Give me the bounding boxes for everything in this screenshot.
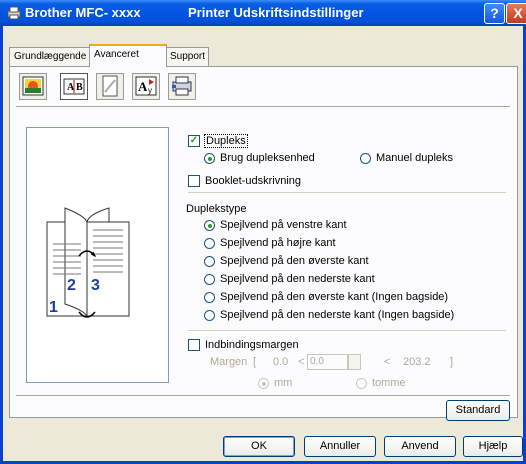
use-duplex-unit-label: Brug dupleksenhed	[220, 152, 315, 164]
unit-inch-radio[interactable]: tomme	[356, 377, 406, 389]
booklet-preview-icon: 1 2 3	[46, 207, 130, 318]
duplex-type-label-bottom-noback: Spejlvend på den nederste kant (Ingen ba…	[220, 309, 455, 321]
duplex-type-bottom-noback-dot	[204, 309, 215, 321]
help-button[interactable]: Hjælp	[463, 436, 523, 457]
duplex-type-label-left: Spejlvend på venstre kant	[220, 219, 347, 231]
standard-button[interactable]: Standard	[446, 400, 510, 421]
tab-avanceret[interactable]: Avanceret	[89, 44, 167, 67]
printer-properties-window: Brother MFC- xxxx Printer Udskriftsindst…	[0, 0, 526, 464]
booklet-checkbox[interactable]: Booklet-udskrivning	[188, 175, 301, 187]
duplex-type-top-dot	[204, 255, 215, 267]
help-title-button[interactable]: ?	[484, 3, 505, 24]
duplex-type-option-top-noback[interactable]: Spejlvend på den øverste kant (Ingen bag…	[204, 291, 448, 303]
margin-label: Margen	[210, 356, 248, 368]
svg-text:y: y	[148, 86, 152, 95]
watermark-button[interactable]	[96, 73, 124, 100]
margin-lt-2: <	[384, 356, 391, 368]
duplex-check-mark-icon: ✓	[188, 135, 200, 147]
duplex-preview: 1 2 3	[26, 127, 169, 383]
window-title-app: Brother MFC- xxxx	[25, 5, 141, 20]
scaling-icon: A B	[63, 78, 85, 95]
panel-bottom-divider	[16, 395, 510, 396]
manual-duplex-radio-dot	[360, 152, 371, 164]
divider-binding	[188, 330, 506, 331]
duplex-type-option-right[interactable]: Spejlvend på højre kant	[204, 237, 336, 249]
unit-mm-radio-dot	[258, 377, 269, 389]
cancel-button[interactable]: Annuller	[304, 436, 376, 457]
print-settings-button[interactable]: A y	[132, 73, 160, 100]
manual-duplex-radio[interactable]: Manuel dupleks	[360, 152, 453, 164]
window-title-dialog: Printer Udskriftsindstillinger	[188, 5, 364, 20]
unit-inch-radio-dot	[356, 377, 367, 389]
tab-grundlaeggende[interactable]: Grundlæggende	[9, 47, 91, 66]
duplex-type-option-bottom-noback[interactable]: Spejlvend på den nederste kant (Ingen ba…	[204, 309, 454, 321]
divider-booklet	[188, 192, 506, 193]
duplex-checkbox[interactable]: ✓ Dupleks	[188, 134, 248, 148]
advanced-tab-panel: A B A y 1 2 3 ✓ Dupleks Brug dupleksenhe…	[9, 66, 518, 421]
duplex-type-heading: Duplekstype	[186, 203, 247, 215]
preview-page-1: 1	[49, 299, 58, 316]
ok-button[interactable]: OK	[223, 436, 295, 457]
unit-mm-radio[interactable]: mm	[258, 377, 292, 389]
svg-text:B: B	[76, 82, 83, 93]
margin-input[interactable]: 0.0	[307, 354, 348, 370]
margin-min: 0.0	[273, 356, 289, 368]
margin-lt-1: <	[298, 356, 305, 368]
margin-max: 203.2	[403, 356, 431, 368]
duplex-type-option-bottom[interactable]: Spejlvend på den nederste kant	[204, 273, 375, 285]
duplex-type-left-dot	[204, 219, 215, 231]
duplex-type-label-top: Spejlvend på den øverste kant	[220, 255, 369, 267]
binding-offset-checkbox[interactable]: Indbindingsmargen	[188, 339, 299, 351]
device-options-icon	[172, 76, 192, 96]
close-title-button[interactable]: X	[506, 3, 526, 24]
apply-button[interactable]: Anvend	[384, 436, 456, 457]
preview-page-2: 2	[67, 277, 76, 294]
preview-page-3: 3	[91, 277, 100, 294]
printer-icon	[7, 6, 21, 20]
margin-bracket-close: ]	[450, 356, 454, 368]
duplex-type-option-left[interactable]: Spejlvend på venstre kant	[204, 219, 347, 231]
color-button[interactable]	[19, 73, 47, 100]
duplex-type-label-top-noback: Spejlvend på den øverste kant (Ingen bag…	[220, 291, 449, 303]
margin-spinner[interactable]	[348, 354, 361, 370]
use-duplex-unit-radio-dot	[204, 152, 215, 164]
toolbar-divider	[16, 106, 510, 107]
binding-checkbox-box	[188, 339, 200, 351]
margin-bracket-open: [	[253, 356, 257, 368]
binding-offset-label: Indbindingsmargen	[205, 339, 299, 351]
duplex-type-top-noback-dot	[204, 291, 215, 303]
unit-inch-label: tomme	[372, 377, 406, 389]
print-settings-icon: A y	[135, 76, 157, 96]
booklet-label: Booklet-udskrivning	[205, 175, 301, 187]
duplex-button[interactable]: A B	[60, 73, 88, 100]
svg-text:A: A	[138, 79, 148, 94]
color-icon	[22, 76, 44, 96]
tab-support[interactable]: Support	[165, 47, 209, 66]
manual-duplex-label: Manuel dupleks	[376, 152, 454, 164]
duplex-type-label-right: Spejlvend på højre kant	[220, 237, 336, 249]
duplex-type-option-top[interactable]: Spejlvend på den øverste kant	[204, 255, 369, 267]
use-duplex-unit-radio[interactable]: Brug dupleksenhed	[204, 152, 315, 164]
duplex-label: Dupleks	[204, 134, 248, 148]
duplex-type-right-dot	[204, 237, 215, 249]
device-options-button[interactable]	[168, 73, 196, 100]
watermark-icon	[102, 75, 118, 97]
duplex-type-bottom-dot	[204, 273, 215, 285]
title-bar[interactable]: Brother MFC- xxxx Printer Udskriftsindst…	[0, 0, 526, 26]
duplex-type-label-bottom: Spejlvend på den nederste kant	[220, 273, 375, 285]
booklet-checkbox-box	[188, 175, 200, 187]
unit-mm-label: mm	[274, 377, 293, 389]
